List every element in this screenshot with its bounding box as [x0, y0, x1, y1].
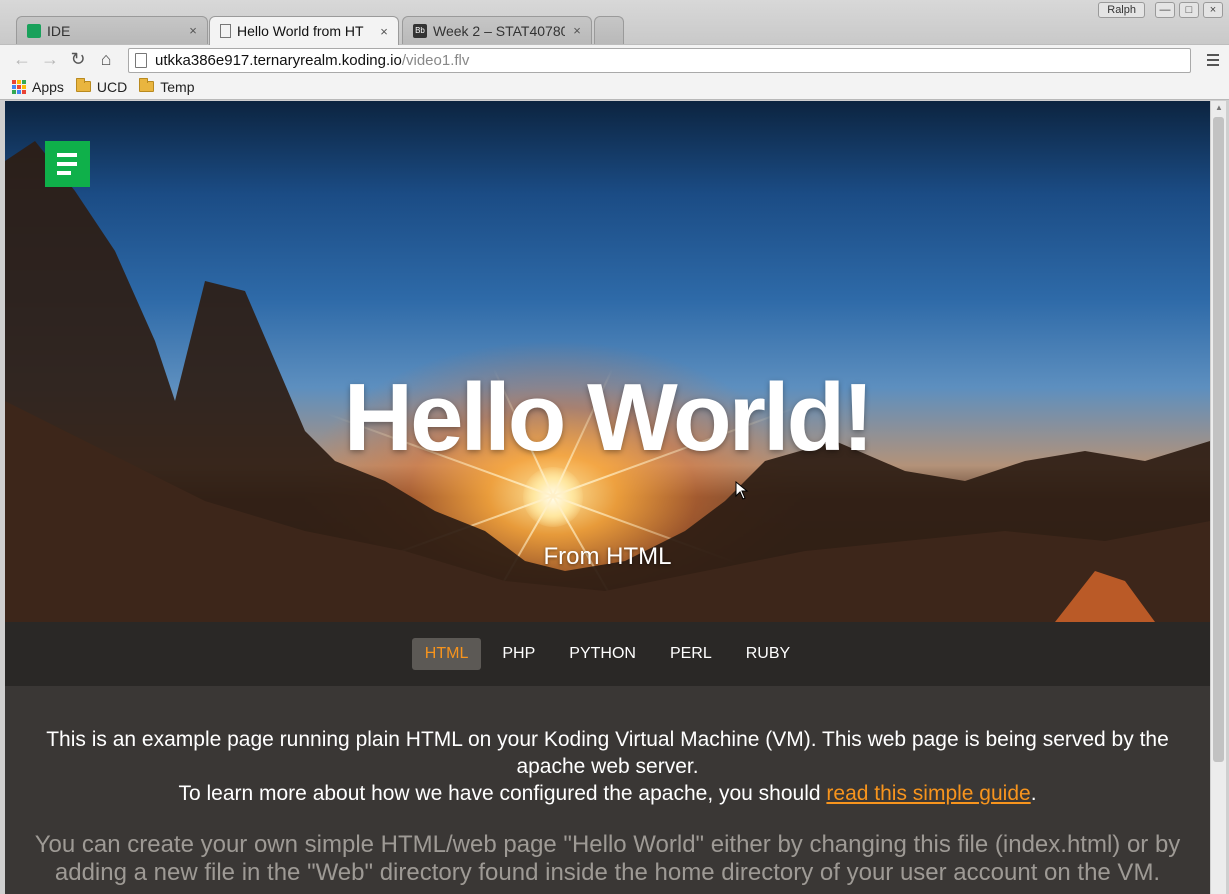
url-path: /video1.flv: [401, 52, 470, 69]
vertical-scrollbar[interactable]: ▲: [1210, 101, 1226, 894]
close-icon[interactable]: ×: [378, 24, 390, 39]
page-title: Hello World!: [343, 364, 875, 471]
ide-green-icon: [27, 23, 41, 38]
bookmark-temp[interactable]: Temp: [139, 78, 195, 95]
folder-icon: [139, 78, 155, 92]
language-nav: HTML PHP PYTHON PERL RUBY: [5, 622, 1210, 686]
bookmark-ucd[interactable]: UCD: [75, 78, 128, 95]
scrollbar-thumb[interactable]: [1213, 117, 1224, 762]
blackboard-icon: Bb: [413, 23, 427, 38]
tab-ide[interactable]: IDE ×: [16, 16, 208, 44]
bookmark-label: UCD: [96, 78, 128, 95]
secondary-paragraph: You can create your own simple HTML/web …: [34, 831, 1181, 886]
page-icon: [135, 53, 147, 68]
home-icon: ⌂: [100, 49, 112, 69]
tab-hello-world[interactable]: Hello World from HT ×: [209, 16, 399, 45]
close-icon[interactable]: ×: [571, 23, 583, 38]
profile-button[interactable]: Ralph: [1098, 2, 1145, 18]
mouse-cursor-icon: [735, 481, 749, 500]
forward-arrow-icon: →: [41, 49, 59, 69]
guide-paragraph: To learn more about how we have configur…: [28, 780, 1188, 807]
page-subtitle: From HTML: [543, 543, 672, 570]
url-host: utkka386e917.ternaryrealm.koding.io: [155, 52, 402, 69]
tab-python[interactable]: PYTHON: [556, 638, 649, 670]
guide-suffix: .: [1030, 782, 1037, 805]
tab-perl[interactable]: PERL: [657, 638, 725, 670]
page-viewport: Hello World! From HTML HTML PHP PYTHON P…: [5, 101, 1210, 894]
close-window-button[interactable]: ×: [1203, 2, 1223, 18]
simple-guide-link[interactable]: read this simple guide: [826, 782, 1030, 805]
bookmarks-bar: Apps UCD Temp: [0, 74, 1229, 100]
home-button[interactable]: ⌂: [92, 49, 120, 70]
new-tab-button[interactable]: [594, 16, 624, 44]
content-section: This is an example page running plain HT…: [5, 686, 1210, 894]
hero-banner: Hello World! From HTML: [5, 101, 1210, 622]
guide-text: To learn more about how we have configur…: [178, 782, 827, 805]
address-bar[interactable]: utkka386e917.ternaryrealm.koding.io/vide…: [128, 48, 1191, 73]
tab-php[interactable]: PHP: [489, 638, 548, 670]
page-icon: [220, 24, 231, 38]
reload-button[interactable]: ↻: [64, 49, 92, 70]
browser-toolbar: ← → ↻ ⌂ utkka386e917.ternaryrealm.koding…: [0, 44, 1229, 74]
reload-icon: ↻: [70, 49, 86, 69]
tab-week2-stat40780[interactable]: Bb Week 2 – STAT40780 ×: [402, 16, 592, 44]
scroll-up-icon[interactable]: ▲: [1211, 101, 1227, 115]
apps-grid-icon: [12, 79, 26, 94]
folder-icon: [75, 78, 91, 92]
browser-titlebar: IDE × Hello World from HT × Bb Week 2 – …: [0, 0, 1229, 45]
tab-label: IDE: [47, 22, 71, 39]
hamburger-menu-button[interactable]: [45, 141, 90, 187]
tab-html[interactable]: HTML: [411, 638, 482, 670]
minimize-button[interactable]: —: [1155, 2, 1175, 18]
tab-label: Week 2 – STAT40780: [433, 22, 565, 39]
window-controls: Ralph — □ ×: [1098, 2, 1223, 18]
bookmark-apps[interactable]: Apps: [12, 79, 64, 95]
back-arrow-icon: ←: [13, 49, 31, 69]
maximize-button[interactable]: □: [1179, 2, 1199, 18]
browser-menu-button[interactable]: [1203, 50, 1223, 70]
forward-button[interactable]: →: [36, 49, 64, 70]
bookmark-label: Temp: [160, 78, 195, 95]
intro-paragraph: This is an example page running plain HT…: [46, 728, 1169, 778]
back-button[interactable]: ←: [8, 49, 36, 70]
tab-ruby[interactable]: RUBY: [733, 638, 803, 670]
tab-label: Hello World from HT: [237, 23, 364, 39]
close-icon[interactable]: ×: [187, 23, 199, 38]
bookmark-label: Apps: [32, 78, 64, 95]
